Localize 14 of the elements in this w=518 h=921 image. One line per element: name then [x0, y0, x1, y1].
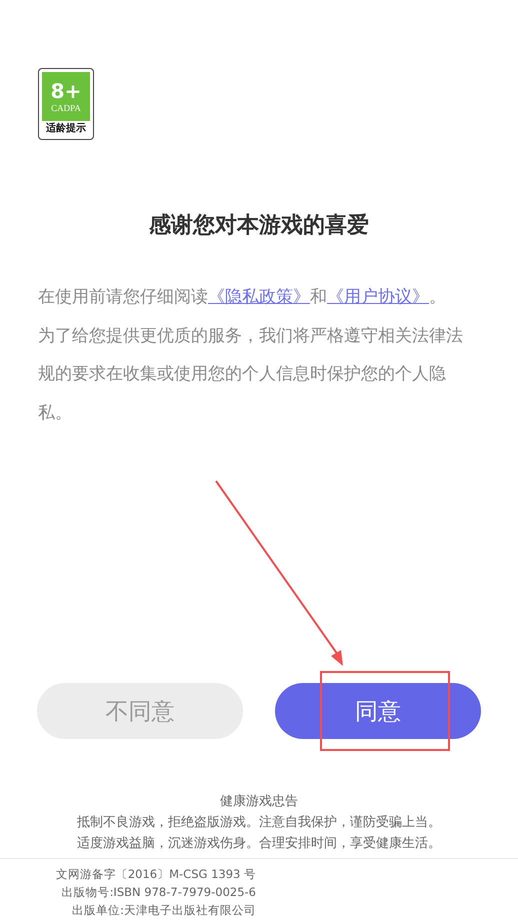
dialog-title: 感谢您对本游戏的喜爱 — [148, 212, 370, 240]
intro-text: 在使用前请您仔细阅读《隐私政策》和《用户协议》。 — [38, 286, 447, 309]
advice-title: 健康游戏忠告 — [219, 793, 299, 811]
policy-link[interactable]: 《用户协议》 — [327, 287, 429, 307]
agree-button[interactable]: 同意 — [275, 683, 481, 739]
advice-text: 适度游戏益脑，沉迷游戏伤身。合理安排时间，享受健康生活。 — [76, 835, 442, 853]
age-rating-badge: 8+ CADPA 适龄提示 — [38, 68, 94, 140]
privacy-text: 为了给您提供更优质的服务，我们将严格遵守相关法律法规的要求在收集或使用您的个人信息时保护您的个人隐私。 — [38, 324, 464, 424]
publishing-info: 文网游备字〔2016〕M-CSG 1393 号 — [54, 866, 256, 883]
advice-text: 抵制不良游戏，拒绝盗版游戏。注意自我保护，谨防受骗上当。 — [76, 814, 442, 832]
publishing-info: 出版单位:天津电子出版社有限公司 — [71, 902, 256, 919]
publishing-info: 出版物号:ISBN 978-7-7979-0025-6 — [60, 884, 256, 901]
disagree-button[interactable]: 不同意 — [37, 683, 243, 739]
policy-link[interactable]: 《隐私政策》 — [208, 287, 310, 307]
